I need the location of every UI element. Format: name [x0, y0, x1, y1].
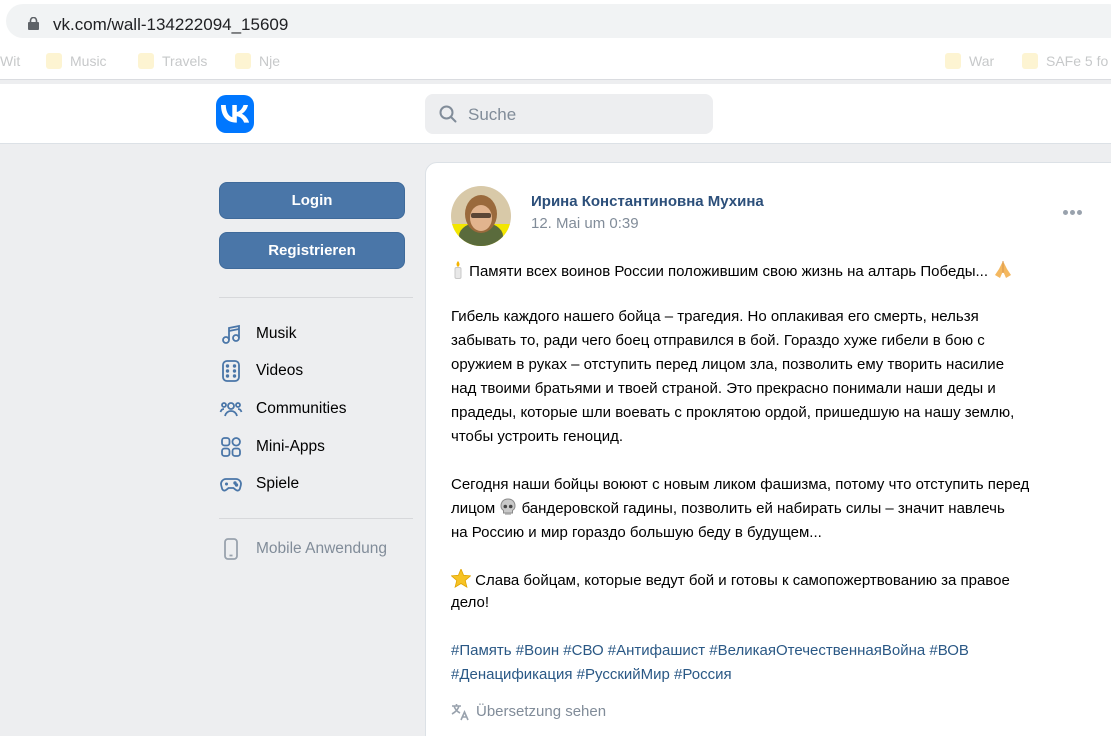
sidebar-item-videos[interactable]: Videos	[219, 356, 413, 386]
author-avatar[interactable]	[451, 186, 511, 246]
bookmark-item[interactable]: Wit	[0, 53, 20, 69]
star-icon	[451, 569, 471, 588]
sidebar-divider	[219, 297, 413, 298]
search-input[interactable]: Suche	[425, 94, 713, 134]
post-text-line: Гибель каждого нашего бойца – трагедия. …	[451, 308, 979, 325]
post-hashtags[interactable]: #Денацификация #РусскийМир #Россия	[451, 663, 732, 687]
sidebar-item-mini-apps[interactable]: Mini-Apps	[219, 432, 413, 462]
sidebar-divider	[219, 518, 413, 519]
post-text-line: чтобы устроить геноцид.	[451, 428, 624, 445]
search-placeholder: Suche	[468, 105, 517, 124]
post-date[interactable]: 12. Mai um 0:39	[531, 215, 639, 232]
search-icon	[439, 105, 457, 123]
skull-icon	[500, 498, 516, 515]
apps-grid-icon	[221, 437, 241, 457]
bookmarks-bar: Wit Music Travels Nje War SAFe 5 fo	[0, 42, 1111, 80]
translate-icon	[451, 704, 469, 721]
video-icon	[222, 360, 240, 382]
url-field[interactable]: vk.com/wall-134222094_15609	[6, 4, 1111, 38]
bookmark-item[interactable]: Travels	[138, 53, 207, 69]
post-text-line: Сегодня наши бойцы воюют с новым ликом ф…	[451, 476, 1030, 493]
post-text-line: Слава бойцам, которые ведут бой и готовы…	[451, 569, 1010, 593]
bookmark-favicon-icon	[1022, 53, 1038, 69]
sidebar-item-mobile-app[interactable]: Mobile Anwendung	[219, 534, 413, 564]
post-text-line: лицом бандеровской гадины, позволить ей …	[451, 498, 1005, 517]
post-text-line: оружием в руках – отступить перед лицом …	[451, 356, 1005, 373]
praying-hands-icon	[995, 261, 1012, 278]
register-button[interactable]: Registrieren	[219, 232, 405, 269]
bookmark-favicon-icon	[46, 53, 62, 69]
post-text-line: дело!	[451, 594, 490, 611]
more-options-icon[interactable]	[1061, 206, 1085, 220]
bookmark-item[interactable]: Music	[46, 53, 107, 69]
sidebar-item-spiele[interactable]: Spiele	[219, 469, 413, 499]
lock-icon	[28, 17, 39, 30]
post-text-line: Памяти всех воинов России положившим сво…	[451, 259, 1014, 284]
post-text-line: на Россию и мир гораздо большую беду в б…	[451, 524, 822, 541]
bookmark-favicon-icon	[235, 53, 251, 69]
post-author-name[interactable]: Ирина Константиновна Мухина	[531, 193, 764, 210]
bookmark-item[interactable]: Nje	[235, 53, 280, 69]
bookmark-favicon-icon	[945, 53, 961, 69]
sidebar-item-musik[interactable]: Musik	[219, 319, 413, 349]
vk-logo-icon[interactable]	[216, 95, 254, 133]
post-text-line: прадеды, которые шли воевать с проклятою…	[451, 404, 1015, 421]
music-note-icon	[222, 324, 240, 344]
post-text-line: забывать то, ради чего боец отправился в…	[451, 332, 985, 349]
gamepad-icon	[220, 478, 242, 492]
people-icon	[219, 402, 243, 417]
candle-icon	[454, 261, 462, 279]
post-text-line: над твоими братьями и твоей страной. Это…	[451, 380, 996, 397]
sidebar-item-communities[interactable]: Communities	[219, 394, 413, 424]
url-text: vk.com/wall-134222094_15609	[53, 15, 289, 34]
site-header: Suche	[0, 84, 1111, 144]
login-button[interactable]: Login	[219, 182, 405, 219]
bookmark-item[interactable]: SAFe 5 fo	[1022, 53, 1108, 69]
browser-address-bar: vk.com/wall-134222094_15609	[0, 0, 1111, 42]
bookmark-item[interactable]: War	[945, 53, 994, 69]
bookmark-favicon-icon	[138, 53, 154, 69]
post-hashtags[interactable]: #Память #Воин #СВО #Антифашист #ВеликаяО…	[451, 639, 969, 663]
smartphone-icon	[224, 538, 238, 560]
